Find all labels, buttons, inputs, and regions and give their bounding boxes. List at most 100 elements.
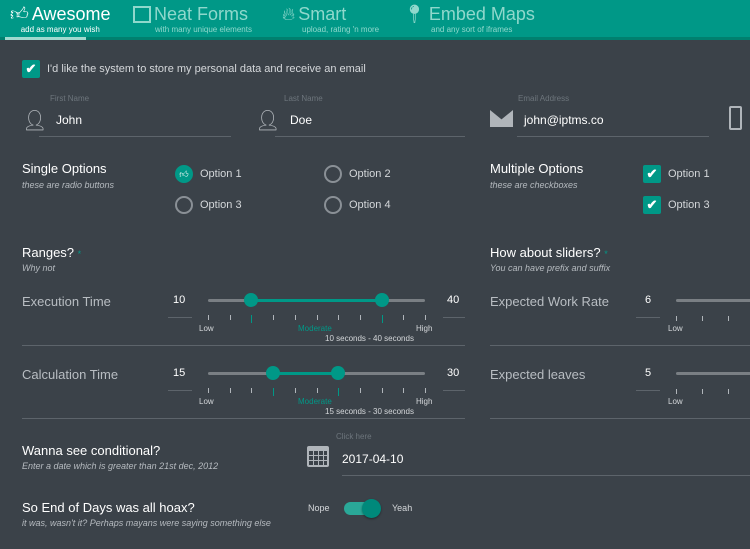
tick-mark (381, 388, 383, 393)
sliders-title: How about sliders? * (490, 245, 608, 260)
tab-neat-forms[interactable]: Neat Forms with many unique elements (133, 4, 252, 34)
tick-mark (359, 388, 361, 393)
hoax-toggle[interactable] (344, 499, 381, 518)
radio-option-3[interactable] (175, 196, 193, 214)
tick-mark (403, 315, 405, 320)
check-icon: ✔ (25, 61, 37, 76)
single-options-subtitle: these are radio buttons (22, 180, 115, 190)
sliders-title-text: How about sliders? (490, 245, 601, 260)
tick-label-high: High (416, 397, 433, 406)
check-icon: ✔ (646, 197, 658, 212)
execution-time-range: Execution Time 10 40 Low Moderate High 1… (0, 290, 470, 350)
range-summary: 10 seconds - 40 seconds (325, 334, 414, 343)
leaves-slider[interactable] (676, 372, 750, 375)
checkbox-label: Option 3 (668, 199, 710, 211)
checkbox-option-1[interactable]: ✔ (643, 165, 661, 183)
tick-label-low: Low (668, 397, 683, 406)
tick-mark (294, 315, 296, 320)
tick-mark (273, 315, 275, 320)
tick-mark (338, 388, 340, 396)
range-fill (273, 372, 339, 375)
range-handle-max[interactable] (331, 366, 346, 380)
tick-mark (338, 315, 340, 320)
range-handle-min[interactable] (244, 293, 259, 307)
range-min-value: 15 (173, 367, 186, 379)
tab-embed-maps[interactable]: 📍︎ Embed Maps and any sort of iframes (403, 4, 535, 34)
multiple-options-title: Multiple Options (490, 161, 584, 176)
toggle-knob (362, 499, 381, 518)
tick-mark (403, 388, 405, 393)
hoax-title: So End of Days was all hoax? (22, 500, 195, 515)
work-rate-slider[interactable] (676, 299, 750, 302)
toggle-on-label: Yeah (392, 503, 413, 513)
tick-label-moderate: Moderate (298, 324, 332, 333)
first-name-input[interactable]: John (56, 113, 82, 127)
radio-label: Option 4 (349, 199, 391, 211)
fire-icon: 🔥︎ (282, 4, 296, 24)
ranges-subtitle: Why not (22, 263, 56, 273)
tick-mark (208, 388, 209, 393)
required-star: * (77, 249, 82, 259)
check-icon: ✔ (646, 166, 658, 181)
phone-icon (729, 106, 742, 130)
date-label: Click here (336, 432, 372, 441)
sliders-subtitle: You can have prefix and suffix (490, 263, 611, 273)
envelope-icon (490, 110, 513, 127)
consent-checkbox[interactable]: ✔ (22, 60, 40, 78)
work-rate-value: 6 (645, 294, 652, 306)
radio-label: Option 3 (200, 199, 242, 211)
range-max-value: 30 (447, 367, 460, 379)
tick-mark (251, 388, 253, 393)
range-handle-max[interactable] (374, 293, 389, 307)
tick-mark (294, 388, 296, 393)
range-max-value: 40 (447, 294, 460, 306)
tick-mark (208, 315, 209, 320)
map-marker-icon: 📍︎ (403, 4, 426, 24)
tick-mark (316, 388, 318, 393)
tick-label-low: Low (199, 324, 214, 333)
range-fill (251, 299, 382, 302)
range-min-value: 10 (173, 294, 186, 306)
tick-mark (273, 388, 275, 396)
required-star: * (604, 249, 608, 259)
email-input[interactable]: john@iptms.co (524, 113, 604, 127)
radio-label: Option 2 (349, 168, 391, 180)
radio-option-4[interactable] (324, 196, 342, 214)
thumbs-up-icon: 👍︎ (10, 4, 29, 24)
consent-label: I'd like the system to store my personal… (47, 63, 366, 75)
radio-label: Option 1 (200, 168, 242, 180)
last-name-input[interactable]: Doe (290, 113, 312, 127)
leaves-value: 5 (645, 367, 652, 379)
ranges-title-text: Ranges? (22, 245, 75, 260)
date-input[interactable]: 2017-04-10 (342, 452, 403, 466)
range-handle-min[interactable] (266, 366, 281, 380)
checkbox-label: Option 1 (668, 168, 710, 180)
multiple-options-subtitle: these are checkboxes (490, 180, 578, 190)
form-icon (133, 5, 151, 23)
user-icon: 👤︎ (22, 110, 48, 132)
tick-mark (251, 315, 253, 323)
conditional-subtitle: Enter a date which is greater than 21st … (22, 461, 219, 471)
thumbs-up-icon: 👍︎ (179, 168, 189, 179)
active-tab-indicator (5, 37, 86, 40)
tick-mark (229, 388, 231, 393)
tab-awesome[interactable]: 👍︎ Awesome add as many you wish (10, 4, 111, 34)
tick-label-moderate: Moderate (298, 397, 332, 406)
work-rate-label: Expected Work Rate (490, 294, 609, 309)
tick-mark (316, 315, 318, 320)
tick-mark (359, 315, 361, 320)
hoax-subtitle: it was, wasn't it? Perhaps mayans were s… (22, 518, 271, 528)
radio-option-2[interactable] (324, 165, 342, 183)
ranges-title: Ranges? * (22, 245, 81, 260)
checkbox-option-3[interactable]: ✔ (643, 196, 661, 214)
tick-mark (381, 315, 383, 323)
tab-smart[interactable]: 🔥︎ Smart upload, rating 'n more (282, 4, 379, 34)
tick-label-high: High (416, 324, 433, 333)
range-label: Execution Time (22, 294, 111, 309)
conditional-title: Wanna see conditional? (22, 443, 161, 458)
single-options-title: Single Options (22, 161, 107, 176)
radio-option-1[interactable]: 👍︎ (175, 165, 193, 183)
calendar-icon[interactable] (307, 446, 329, 467)
range-label: Calculation Time (22, 367, 119, 382)
tick-mark (425, 388, 426, 393)
